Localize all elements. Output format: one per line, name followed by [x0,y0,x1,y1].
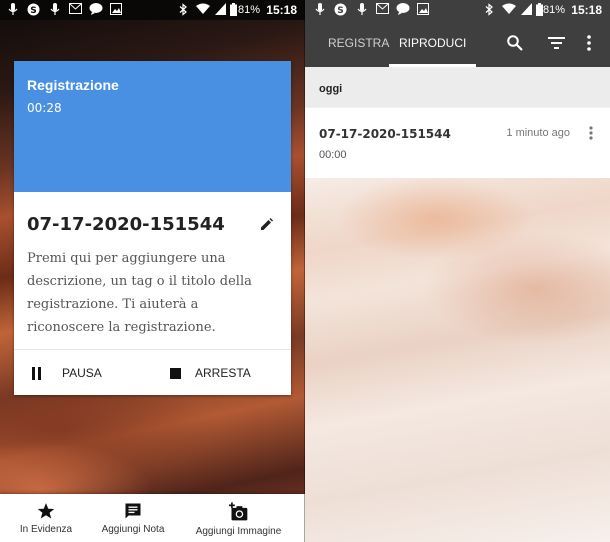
add-photo-icon [228,502,247,521]
elapsed-time: 00:28 [27,101,62,115]
image-icon [417,3,429,15]
bluetooth-icon [485,3,493,16]
svg-text:S: S [30,6,36,16]
more-vert-icon[interactable] [587,35,591,51]
bottom-toolbar: In Evidenza Aggiungi Nota Aggiungi Immag… [0,494,305,542]
recording-actions: PAUSA ARRESTA [14,349,291,395]
clock: 15:18 [571,3,602,17]
mic-icon [357,3,367,15]
battery-icon [536,3,543,16]
description-prompt[interactable]: Premi qui per aggiungere una descrizione… [27,247,278,339]
wallpaper-background [305,178,610,542]
image-icon [110,3,122,15]
status-bar: S 81% 15:18 [305,0,610,20]
note-icon [125,503,141,519]
tab-registra[interactable]: REGISTRA [328,20,389,67]
pause-icon [32,366,41,380]
clock: 15:18 [266,3,297,17]
tab-riproduci[interactable]: RIPRODUCI [389,20,477,67]
recording-name: 07-17-2020-151544 [27,214,225,235]
bluetooth-icon [179,3,187,16]
recording-card-body: 07-17-2020-151544 Premi qui per aggiunge… [14,192,291,339]
wifi-icon [196,3,210,14]
recorder-screen: S 81% 15:18 Registrazione 00:28 07-17-20… [0,0,305,542]
edit-icon[interactable] [261,218,273,230]
recordings-list-screen: S 81% 15:18 REGISTRA RIPRODUCI oggi 07-1… [305,0,610,542]
gmail-icon [69,3,82,14]
skype-icon: S [334,3,347,16]
pause-button[interactable]: PAUSA [31,350,102,396]
recording-name: 07-17-2020-151544 [319,127,451,141]
battery-icon [230,3,237,16]
svg-text:S: S [337,6,343,16]
mic-icon [315,3,325,15]
search-icon[interactable] [507,35,523,51]
stop-label: ARRESTA [195,366,251,380]
highlight-label: In Evidenza [19,524,73,535]
chat-icon [89,3,103,15]
recording-status-title: Registrazione [27,77,119,93]
pause-label: PAUSA [62,366,102,380]
mic-icon [8,3,18,15]
stop-icon [170,367,181,379]
wifi-icon [502,3,516,14]
battery-percent: 81% [542,4,565,16]
signal-icon [215,3,226,15]
section-header-today: oggi [305,67,610,107]
mic-icon [50,3,60,15]
stop-button[interactable]: ARRESTA [170,350,251,396]
app-toolbar: REGISTRA RIPRODUCI [305,20,610,67]
recording-list-item[interactable]: 07-17-2020-151544 00:00 1 minuto ago [305,108,610,178]
add-image-button[interactable]: Aggiungi Immagine [186,494,291,542]
highlight-button[interactable]: In Evidenza [10,494,82,542]
status-bar: S 81% 15:18 [0,0,305,20]
signal-icon [521,3,532,15]
add-image-label: Aggiungi Immagine [195,526,282,537]
add-note-label: Aggiungi Nota [101,524,165,535]
star-icon [37,503,55,519]
recording-card: Registrazione 00:28 07-17-2020-151544 Pr… [14,61,291,395]
skype-icon: S [27,3,40,16]
add-note-button[interactable]: Aggiungi Nota [92,494,174,542]
gmail-icon [376,3,389,14]
recording-card-header: Registrazione 00:28 [14,61,291,192]
item-menu-icon[interactable] [589,126,593,140]
recording-time-ago: 1 minuto ago [506,127,570,139]
filter-icon[interactable] [548,37,565,49]
chat-icon [396,3,410,15]
battery-percent: 81% [237,4,260,16]
recording-duration: 00:00 [319,149,347,161]
